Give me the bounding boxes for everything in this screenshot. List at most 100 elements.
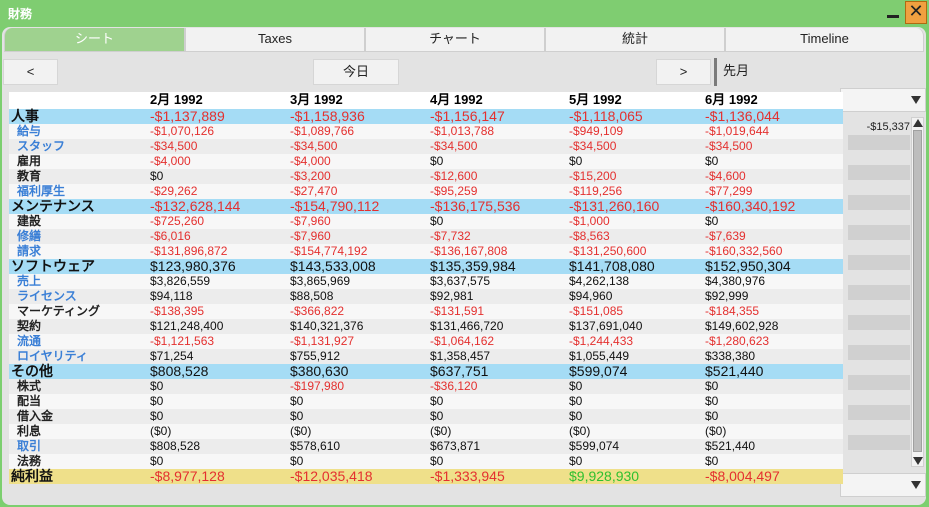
row-value: $149,602,928: [705, 319, 779, 333]
tab-chart[interactable]: チャート: [365, 28, 545, 52]
table-row[interactable]: 流通 -$1,121,563 -$1,131,927 -$1,064,162 -$1,2…: [9, 334, 843, 349]
tab-taxes[interactable]: Taxes: [185, 28, 365, 52]
row-value: $143,533,008: [290, 258, 376, 274]
row-label[interactable]: 修繕: [17, 229, 41, 244]
row-value: $599,074: [569, 439, 620, 453]
scroll-down-icon[interactable]: [913, 457, 923, 465]
row-value: $92,999: [705, 289, 749, 303]
row-value: $135,359,984: [430, 258, 516, 274]
row-label: 純利益: [11, 468, 53, 484]
table-row: 借入金 $0 $0 $0 $0 $0: [9, 409, 843, 424]
next-button[interactable]: >: [656, 59, 711, 85]
scroll-thumb[interactable]: [913, 130, 922, 452]
row-value: $521,440: [705, 439, 756, 453]
row-value: $94,960: [569, 289, 613, 303]
tab-stats[interactable]: 統計: [545, 28, 725, 52]
table-row: マーケティング -$138,395 -$366,822 -$131,591 -$151,…: [9, 304, 843, 319]
top-dropdown[interactable]: [840, 88, 926, 112]
row-label[interactable]: 流通: [17, 334, 41, 349]
row-label[interactable]: ロイヤリティ: [17, 349, 88, 364]
row-value: -$151,085: [569, 304, 624, 318]
row-label[interactable]: 給与: [17, 124, 41, 139]
row-value: $3,865,969: [290, 274, 351, 288]
row-value: -$7,960: [290, 214, 331, 228]
scroll-up-icon[interactable]: [913, 119, 923, 127]
row-label: 借入金: [17, 409, 54, 423]
row-value: -$95,259: [430, 184, 478, 198]
row-value: $4,380,976: [705, 274, 766, 288]
table-row[interactable]: 給与 -$1,070,126 -$1,089,766 -$1,013,788 -$949…: [9, 124, 843, 139]
row-value: $71,254: [150, 349, 194, 363]
row-value: -$34,500: [705, 139, 753, 153]
row-label[interactable]: 取引: [17, 439, 41, 454]
today-button[interactable]: 今日: [313, 59, 399, 85]
row-value: -$1,013,788: [430, 124, 495, 138]
table-row[interactable]: 福利厚生 -$29,262 -$27,470 -$95,259 -$119,256 -$7…: [9, 184, 843, 199]
row-value: $0: [705, 379, 719, 393]
column-header: 2月 1992: [150, 92, 203, 107]
row-value: $0: [430, 454, 444, 468]
table-row[interactable]: スタッフ -$34,500 -$34,500 -$34,500 -$34,500 -$34…: [9, 139, 843, 154]
row-value: -$3,200: [290, 169, 331, 183]
minimize-button[interactable]: [882, 1, 904, 24]
row-value: -$1,131,927: [290, 334, 355, 348]
row-value: $152,950,304: [705, 258, 791, 274]
row-value: -$8,563: [569, 229, 610, 243]
row-label[interactable]: 売上: [17, 274, 41, 289]
row-value: $88,508: [290, 289, 334, 303]
row-value: -$160,332,560: [705, 244, 783, 258]
row-label[interactable]: 請求: [17, 244, 41, 259]
scrollbar[interactable]: [911, 117, 924, 467]
row-label: 配当: [17, 394, 42, 408]
row-value: $92,981: [430, 289, 474, 303]
row-label: 建設: [17, 214, 42, 228]
row-value: -$1,121,563: [150, 334, 215, 348]
table-row[interactable]: ライセンス $94,118 $88,508 $92,981 $94,960 $92,999: [9, 289, 843, 304]
table-row: 雇用 -$4,000 -$4,000 $0 $0 $0: [9, 154, 843, 169]
row-value: $0: [569, 154, 583, 168]
row-label: ソフトウェア: [11, 258, 95, 274]
row-value: -$136,175,536: [430, 198, 521, 214]
table-row[interactable]: 取引 $808,528 $578,610 $673,871 $599,074 $521,4…: [9, 439, 843, 454]
bottom-dropdown[interactable]: [840, 473, 926, 497]
row-value: $3,637,575: [430, 274, 491, 288]
row-value: $808,528: [150, 363, 209, 379]
row-value: -$160,340,192: [705, 198, 796, 214]
side-column: [848, 135, 910, 465]
row-label[interactable]: ライセンス: [17, 289, 77, 304]
prev-button[interactable]: <: [3, 59, 58, 85]
row-value: $0: [290, 409, 304, 423]
row-value: -$7,639: [705, 229, 746, 243]
row-value: -$1,244,433: [569, 334, 634, 348]
tab-timeline[interactable]: Timeline: [725, 28, 924, 52]
row-value: $0: [150, 454, 164, 468]
row-value: $808,528: [150, 439, 201, 453]
row-label: メンテナンス: [11, 198, 95, 214]
table-row[interactable]: 請求 -$131,896,872 -$154,774,192 -$136,167,80…: [9, 244, 843, 259]
table-row[interactable]: 修繕 -$6,016 -$7,960 -$7,732 -$8,563 -$7,639: [9, 229, 843, 244]
row-value: $521,440: [705, 363, 764, 379]
row-value: $141,708,080: [569, 258, 655, 274]
row-value: -$1,137,889: [150, 108, 225, 124]
table-body: 人事 -$1,137,889 -$1,158,936 -$1,156,147 -$1,1…: [9, 109, 843, 484]
table-row[interactable]: 売上 $3,826,559 $3,865,969 $3,637,575 $4,262,1…: [9, 274, 843, 289]
row-value: $0: [430, 394, 444, 408]
row-label[interactable]: 福利厚生: [17, 184, 65, 199]
tab-sheet[interactable]: シート: [4, 28, 185, 52]
row-label: マーケティング: [17, 304, 101, 318]
close-button[interactable]: ✕: [905, 1, 927, 24]
table-row[interactable]: ロイヤリティ $71,254 $755,912 $1,358,457 $1,055,44…: [9, 349, 843, 364]
row-value: $137,691,040: [569, 319, 643, 333]
row-value: -$1,156,147: [430, 108, 505, 124]
row-value: $0: [430, 409, 444, 423]
row-value: $131,466,720: [430, 319, 504, 333]
row-value: $0: [150, 394, 164, 408]
row-label[interactable]: スタッフ: [17, 139, 65, 154]
row-value: -$184,355: [705, 304, 760, 318]
period-label: 先月: [714, 58, 926, 86]
table-row: 株式 $0 -$197,980 -$36,120 $0 $0: [9, 379, 843, 394]
row-value: $673,871: [430, 439, 481, 453]
row-value: -$725,260: [150, 214, 205, 228]
table-row: 配当 $0 $0 $0 $0 $0: [9, 394, 843, 409]
row-value: -$34,500: [430, 139, 478, 153]
